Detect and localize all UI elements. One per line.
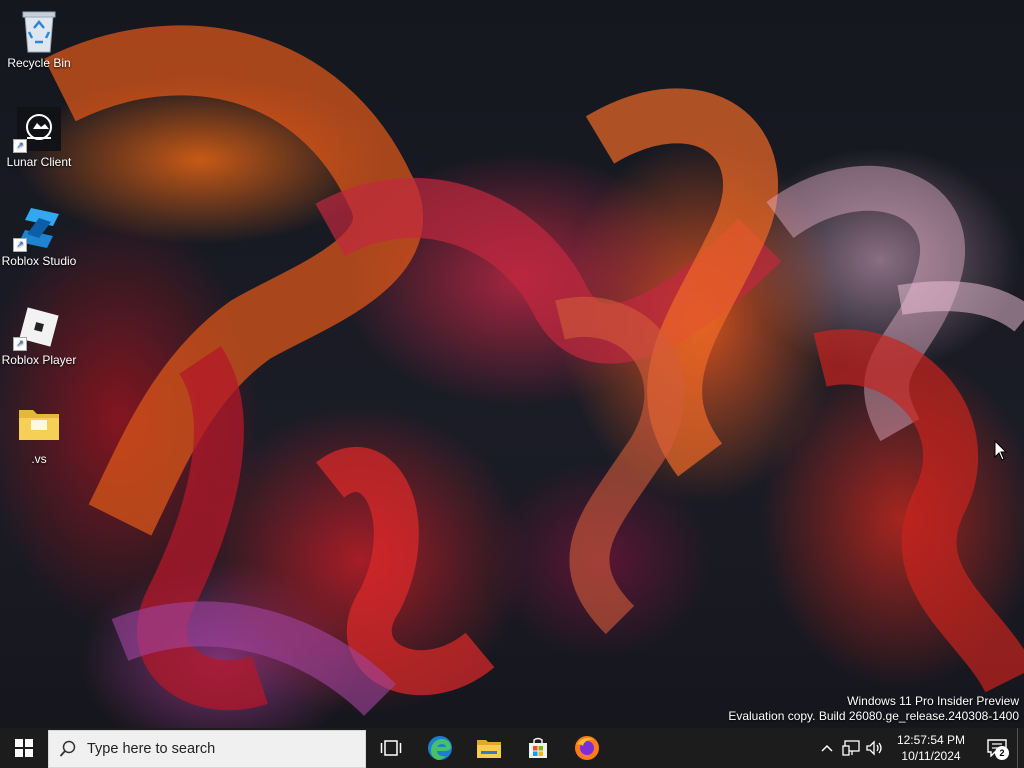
chevron-up-icon <box>821 744 833 752</box>
roblox-player-icon: ↗ <box>13 305 61 351</box>
desktop-icon-recycle-bin[interactable]: Recycle Bin <box>0 8 78 70</box>
shortcut-arrow-icon: ↗ <box>13 337 27 351</box>
desktop-icon-vs-folder[interactable]: .vs <box>0 404 78 466</box>
desktop-icon-label: Recycle Bin <box>7 56 71 70</box>
taskbar-clock[interactable]: 12:57:54 PM 10/11/2024 <box>887 732 977 764</box>
windows-evaluation-watermark: Windows 11 Pro Insider Preview Evaluatio… <box>728 694 1019 724</box>
roblox-studio-icon: ↗ <box>13 206 61 252</box>
show-desktop-button[interactable] <box>1017 728 1024 768</box>
speaker-icon <box>866 740 882 756</box>
shortcut-arrow-icon: ↗ <box>13 238 27 252</box>
search-icon <box>49 740 87 758</box>
recycle-bin-icon <box>17 8 61 53</box>
system-tray: 12:57:54 PM 10/11/2024 2 <box>815 728 1024 768</box>
desktop-background: Recycle Bin ↗ Lunar Client ↗ Roblox Stud… <box>0 0 1024 728</box>
clock-date: 10/11/2024 <box>901 749 961 763</box>
firefox-icon <box>574 736 599 760</box>
network-icon <box>842 740 860 756</box>
desktop-icon-label: Roblox Player <box>1 353 77 367</box>
firefox-taskbar-button[interactable] <box>562 728 611 768</box>
network-button[interactable] <box>839 728 863 768</box>
task-view-icon <box>380 740 401 756</box>
show-hidden-icons-button[interactable] <box>815 728 839 768</box>
watermark-line-edition: Windows 11 Pro Insider Preview <box>847 694 1019 708</box>
desktop-icon-label: .vs <box>31 452 47 466</box>
edge-taskbar-button[interactable] <box>415 728 464 768</box>
lunar-client-icon: ↗ <box>13 107 61 153</box>
file-explorer-icon <box>476 740 501 758</box>
watermark-line-build: Evaluation copy. Build 26080.ge_release.… <box>728 709 1019 723</box>
microsoft-store-taskbar-button[interactable] <box>513 728 562 768</box>
folder-icon <box>17 404 61 448</box>
desktop-icon-roblox-player[interactable]: ↗ Roblox Player <box>0 305 78 367</box>
volume-button[interactable] <box>863 728 887 768</box>
notification-count-badge: 2 <box>995 746 1009 760</box>
edge-icon <box>427 736 452 760</box>
desktop-icon-label: Roblox Studio <box>1 254 77 268</box>
action-center-button[interactable]: 2 <box>977 728 1017 768</box>
microsoft-store-icon <box>528 737 547 758</box>
file-explorer-taskbar-button[interactable] <box>464 728 513 768</box>
desktop-icon-roblox-studio[interactable]: ↗ Roblox Studio <box>0 206 78 268</box>
wallpaper-ribbons <box>44 25 1024 717</box>
start-button[interactable] <box>0 728 48 768</box>
task-view-button[interactable] <box>366 728 415 768</box>
search-placeholder: Type here to search <box>87 740 216 757</box>
clock-time: 12:57:54 PM <box>896 733 965 747</box>
mouse-cursor-icon <box>994 440 1008 461</box>
taskbar-search-box[interactable]: Type here to search <box>48 729 366 768</box>
windows-logo-icon <box>15 739 33 757</box>
taskbar: Type here to search 12:57:54 PM 10/11/20… <box>0 728 1024 768</box>
shortcut-arrow-icon: ↗ <box>13 139 27 153</box>
desktop-icon-lunar-client[interactable]: ↗ Lunar Client <box>0 107 78 169</box>
desktop-icon-label: Lunar Client <box>6 155 72 169</box>
